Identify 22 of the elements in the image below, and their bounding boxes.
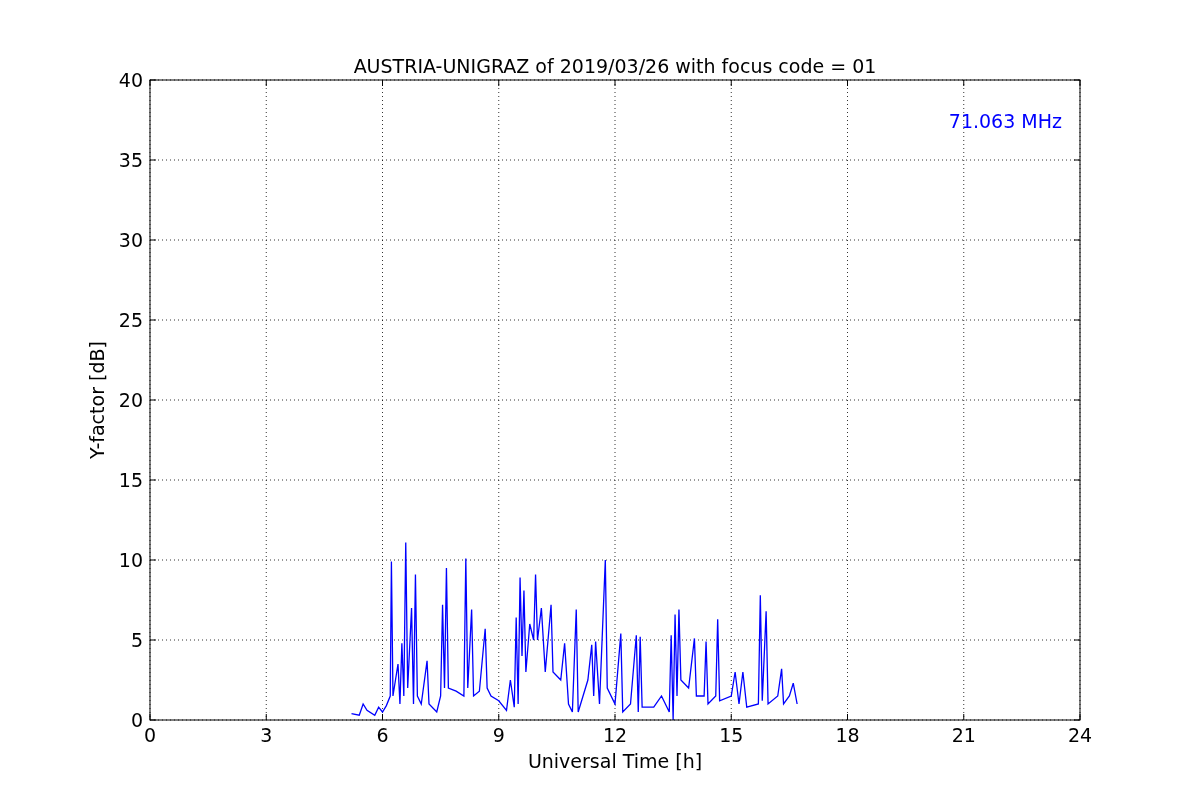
x-tick-label: 3: [260, 724, 273, 746]
x-tick-label: 24: [1067, 724, 1093, 746]
x-tick-label: 15: [719, 724, 744, 746]
y-tick-label: 15: [118, 469, 143, 491]
y-tick-label: 40: [118, 69, 143, 91]
x-axis-label: Universal Time [h]: [527, 750, 703, 772]
x-tick-label: 0: [143, 724, 157, 746]
y-tick-label: 25: [118, 309, 143, 331]
y-axis-label: Y-factor [dB]: [86, 341, 108, 459]
x-tick-label: 9: [492, 724, 505, 746]
x-tick-label: 18: [835, 724, 860, 746]
y-tick-label: 10: [118, 549, 143, 571]
chart-title: AUSTRIA-UNIGRAZ of 2019/03/26 with focus code = 01: [353, 55, 877, 77]
frequency-label: 71.063 MHz: [948, 110, 1062, 132]
x-tick-label: 12: [602, 724, 628, 746]
y-tick-label: 5: [130, 629, 143, 651]
y-tick-label: 20: [118, 389, 143, 411]
y-tick-label: 30: [118, 229, 143, 251]
y-tick-label: 0: [130, 709, 143, 731]
x-tick-label: 6: [376, 724, 389, 746]
x-tick-label: 21: [951, 724, 976, 746]
y-tick-label: 35: [118, 149, 143, 171]
